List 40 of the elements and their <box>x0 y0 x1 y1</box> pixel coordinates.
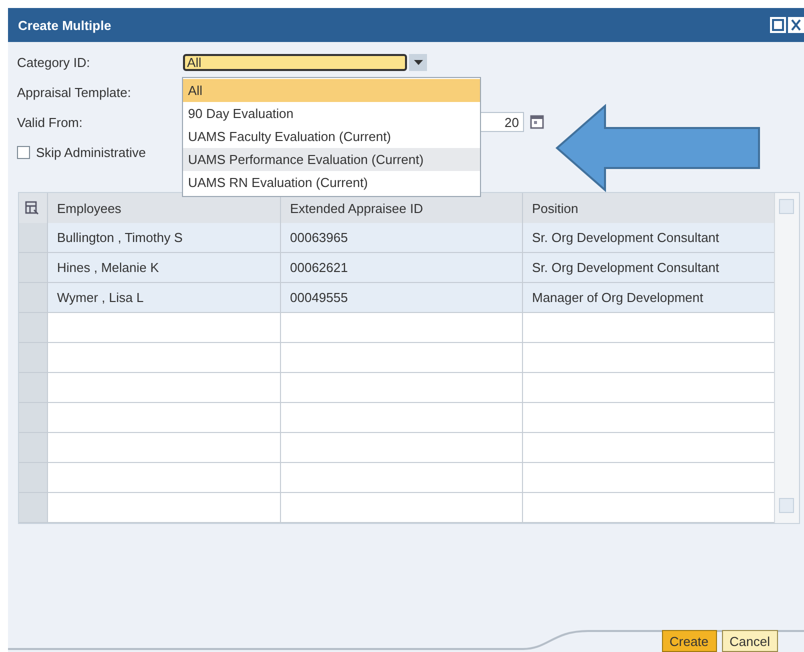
field-label: Category ID: <box>17 54 91 70</box>
row-selector[interactable] <box>19 223 48 253</box>
row-selector[interactable] <box>19 433 48 463</box>
column-header[interactable]: Position <box>523 193 775 223</box>
close-icon[interactable] <box>788 17 804 33</box>
window-title: Create Multiple <box>18 18 112 32</box>
checkbox-label: Skip Administrative <box>36 144 146 160</box>
table-cell: Hines , Melanie K <box>48 253 281 283</box>
row-selector[interactable] <box>19 403 48 433</box>
field-label: Appraisal Template: <box>17 84 132 100</box>
table-cell: Sr. Org Development Consultant <box>523 253 775 283</box>
create-button[interactable]: Create <box>662 630 717 652</box>
table-settings-icon[interactable] <box>25 201 39 215</box>
row-selector[interactable] <box>19 343 48 373</box>
category-dropdown[interactable]: All <box>183 54 407 70</box>
row-selector[interactable] <box>19 283 48 313</box>
scroll-down-icon[interactable] <box>779 498 794 513</box>
calendar-icon[interactable] <box>530 115 544 129</box>
cancel-button[interactable]: Cancel <box>722 630 778 652</box>
row-selector[interactable] <box>19 313 48 343</box>
table-cell: Manager of Org Development <box>523 283 775 313</box>
field-label: Valid From: <box>17 114 84 130</box>
row-selector[interactable] <box>19 493 48 523</box>
row-selector[interactable] <box>19 253 48 283</box>
column-header[interactable]: Employees <box>48 193 281 223</box>
row-selector[interactable] <box>19 373 48 403</box>
checkbox[interactable] <box>17 146 30 158</box>
arrow-icon <box>555 104 760 192</box>
table-cell: 00049555 <box>281 283 523 313</box>
table-cell: Bullington , Timothy S <box>48 223 281 253</box>
maximize-icon[interactable] <box>770 17 786 33</box>
table-cell: Sr. Org Development Consultant <box>523 223 775 253</box>
table-cell: 00063965 <box>281 223 523 253</box>
dropdown-option[interactable]: UAMS Performance Evaluation (Current) <box>183 148 480 171</box>
table-cell: 00062621 <box>281 253 523 283</box>
dropdown-option[interactable]: All <box>183 79 480 102</box>
scroll-up-icon[interactable] <box>779 199 794 214</box>
table-cell: Wymer , Lisa L <box>48 283 281 313</box>
row-selector[interactable] <box>19 463 48 493</box>
dropdown-caret-icon[interactable] <box>409 54 427 70</box>
